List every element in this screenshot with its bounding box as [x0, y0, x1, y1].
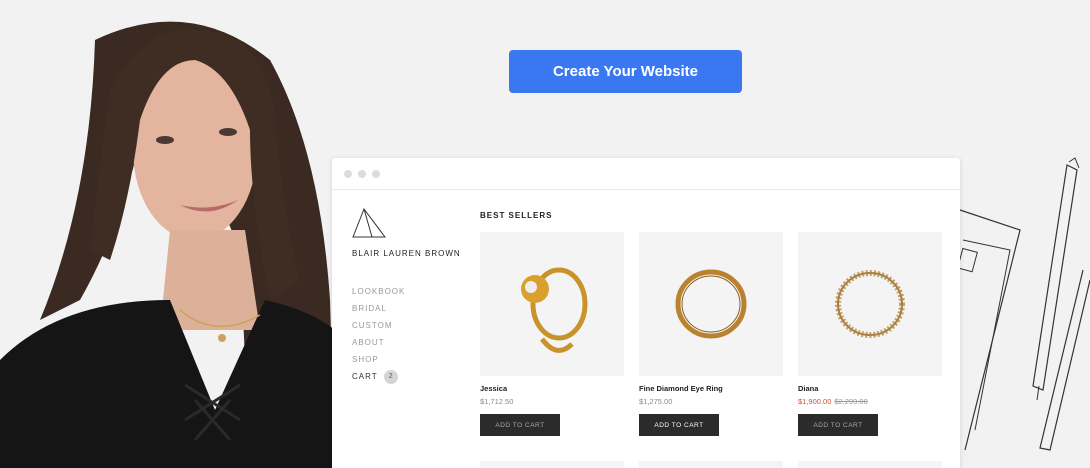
product-price: $1,712.50: [480, 397, 514, 406]
window-dot: [358, 169, 366, 178]
nav-shop[interactable]: SHOP: [352, 351, 405, 368]
create-website-button[interactable]: Create Your Website: [509, 50, 742, 93]
nav-label: BRIDAL: [352, 304, 387, 313]
product-image-row2: [480, 461, 624, 468]
store-brand: BLAIR LAUREN BROWN: [352, 249, 461, 258]
product-name: Jessica: [480, 384, 508, 393]
gold-ring-image: [521, 267, 588, 353]
browser-titlebar: [332, 158, 960, 190]
nav-label: ABOUT: [352, 338, 385, 347]
product-card: Fine Diamond Eye Ring $1,275.00 ADD TO C…: [639, 232, 783, 436]
product-image[interactable]: [798, 232, 942, 376]
browser-window-mockup: BLAIR LAUREN BROWN LOOKBOOK BRIDAL CUSTO…: [332, 158, 960, 468]
product-image-row2: [798, 461, 942, 468]
sketch-illustration: [957, 157, 1090, 451]
product-image[interactable]: [480, 232, 624, 376]
add-to-cart-button[interactable]: ADD TO CART: [639, 414, 719, 436]
nav-label: CART: [352, 372, 378, 381]
nav-bridal[interactable]: BRIDAL: [352, 300, 405, 317]
triangle-logo-icon: [352, 208, 386, 238]
window-dot: [372, 169, 380, 178]
product-price: $1,275.00: [639, 397, 673, 406]
heading-fragment: y: [515, 0, 555, 2]
diamond-eye-ring-image: [675, 269, 747, 339]
nav-lookbook[interactable]: LOOKBOOK: [352, 283, 405, 300]
section-title: BEST SELLERS: [480, 211, 553, 220]
sale-price: $1,900.00: [798, 397, 832, 406]
cart-count-badge: 2: [383, 369, 398, 384]
product-image-row2: [639, 461, 783, 468]
add-to-cart-button[interactable]: ADD TO CART: [480, 414, 560, 436]
original-price: $2,299.00: [834, 397, 868, 406]
nav-label: LOOKBOOK: [352, 287, 406, 296]
person-photo: [0, 0, 335, 468]
nav-label: CUSTOM: [352, 321, 393, 330]
add-to-cart-button[interactable]: ADD TO CART: [798, 414, 878, 436]
store-nav: LOOKBOOK BRIDAL CUSTOM ABOUT SHOP CART 2: [352, 283, 405, 385]
product-price: $1,900.00 $2,299.00: [798, 397, 942, 406]
nav-cart[interactable]: CART 2: [352, 368, 405, 385]
nav-about[interactable]: ABOUT: [352, 334, 405, 351]
nav-custom[interactable]: CUSTOM: [352, 317, 405, 334]
diana-ring-image: [835, 270, 905, 338]
product-name: Diana: [798, 384, 819, 393]
product-card: Diana $1,900.00 $2,299.00 ADD TO CART: [798, 232, 942, 436]
product-card: Jessica $1,712.50 ADD TO CART: [480, 232, 624, 436]
product-name: Fine Diamond Eye Ring: [639, 384, 723, 393]
window-dot: [344, 169, 352, 178]
nav-label: SHOP: [352, 355, 379, 364]
product-image[interactable]: [639, 232, 783, 376]
